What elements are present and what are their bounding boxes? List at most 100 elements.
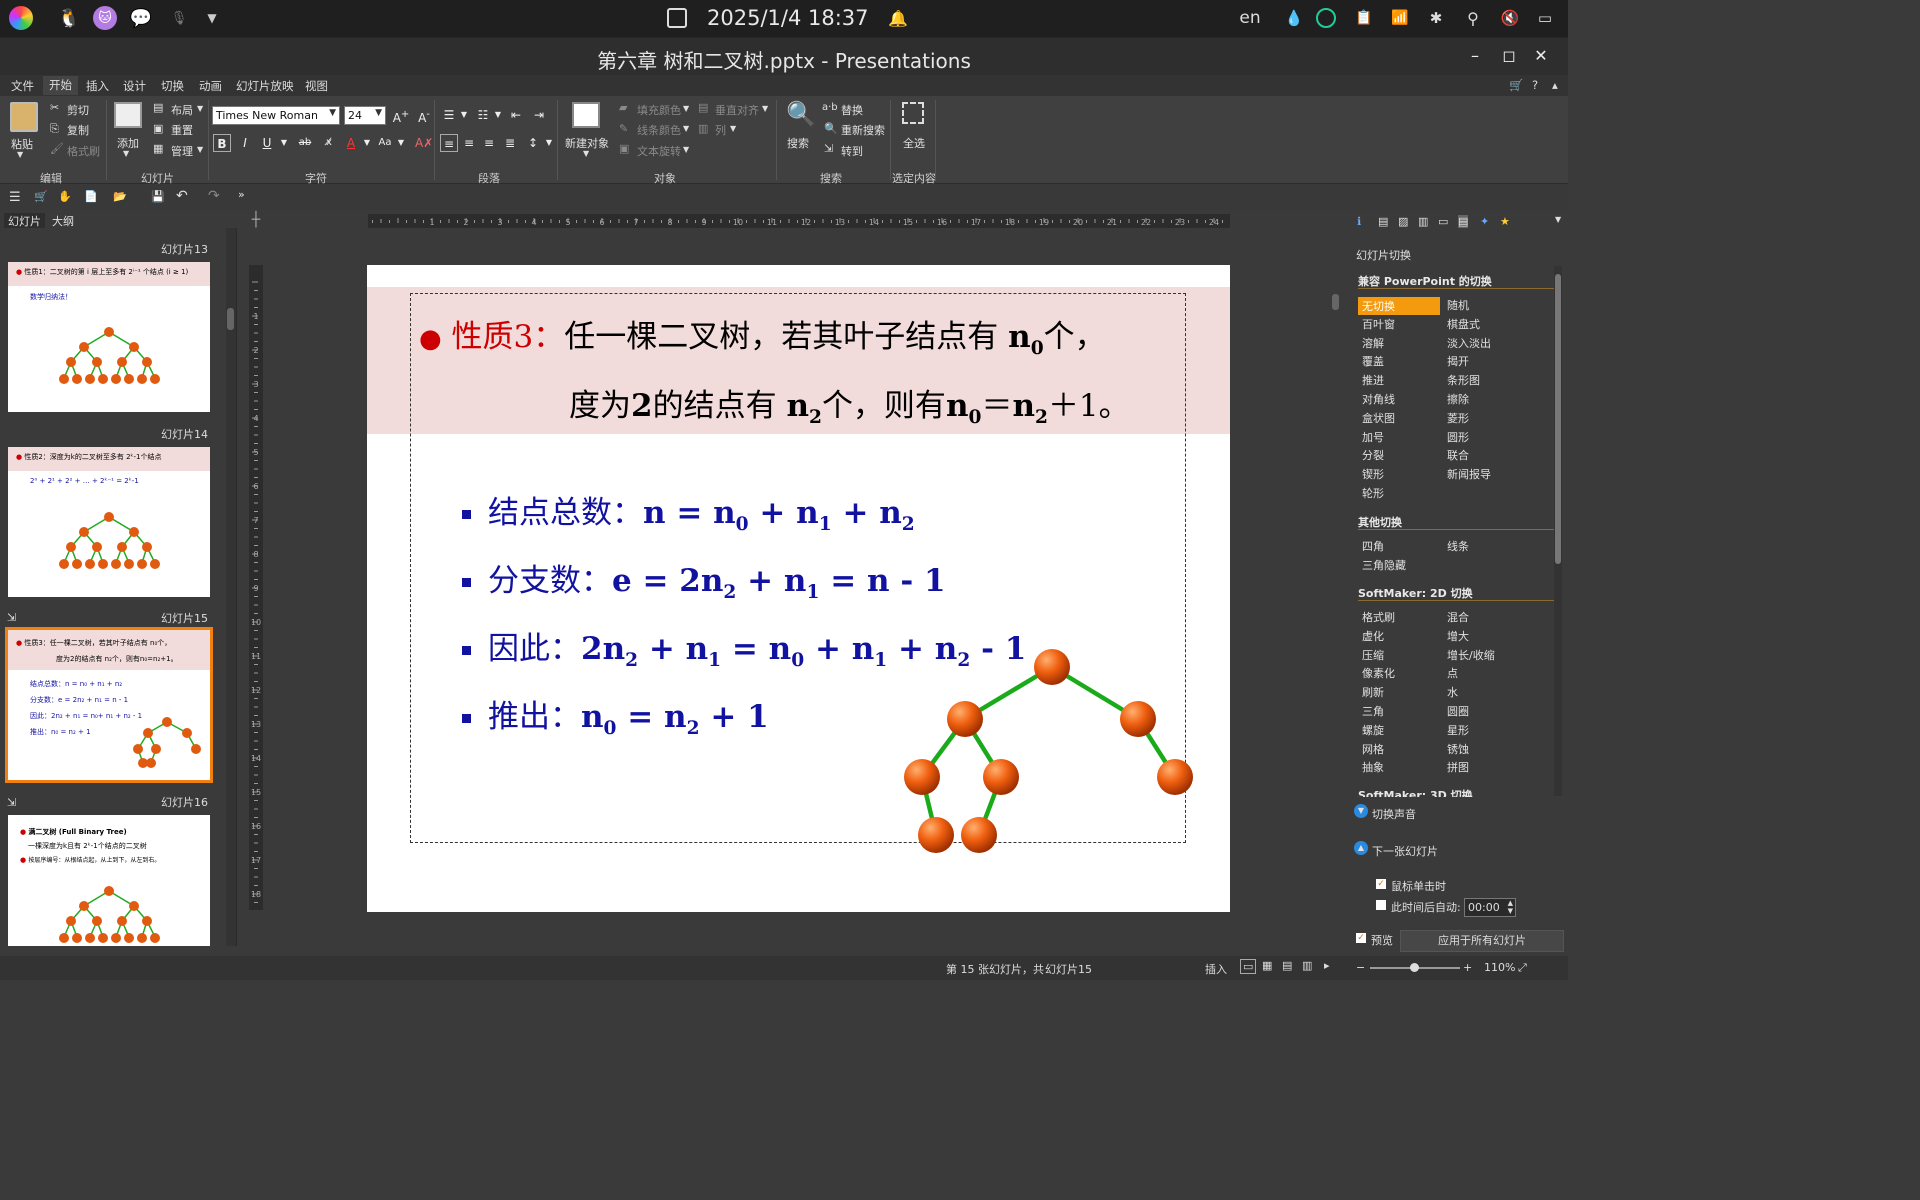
justify-icon[interactable]: ≣ [501, 134, 519, 152]
transition-option[interactable]: 锈蚀 [1447, 741, 1469, 757]
slide-thumbnail-15[interactable]: ● 性质3：任一棵二叉树，若其叶子结点有 n₀个， 度为2的结点有 n₂个，则有n… [5, 627, 213, 783]
transition-option[interactable]: 擦除 [1447, 391, 1469, 407]
bluetooth-icon[interactable]: ✱ [1424, 6, 1448, 30]
fit-window-icon[interactable]: ⤢ [1518, 961, 1527, 975]
zoom-slider[interactable] [1370, 963, 1460, 972]
maximize-button[interactable]: ◻ [1499, 46, 1519, 65]
scrollbar-thumb[interactable] [1555, 274, 1561, 564]
transition-option[interactable]: 圆形 [1447, 429, 1469, 445]
cart-icon[interactable]: 🛒 [1509, 78, 1523, 92]
auto-after-checkbox[interactable] [1376, 900, 1386, 910]
transition-list-scrollbar[interactable] [1554, 266, 1562, 796]
line-color-dropdown-icon[interactable]: ▼ [683, 124, 689, 133]
line-color-button[interactable]: 线条颜色 [637, 122, 681, 138]
menu-icon[interactable]: ☰ [9, 190, 21, 205]
transition-option[interactable]: 三角隐藏 [1362, 557, 1406, 573]
transition-option[interactable]: 三角 [1362, 703, 1384, 719]
thumbnail-scrollbar[interactable] [226, 228, 236, 946]
transition-option[interactable]: 圆圈 [1447, 703, 1469, 719]
manage-icon[interactable]: ▦ [153, 142, 163, 155]
more-icon[interactable]: » [238, 188, 245, 201]
status-ring-icon[interactable] [1316, 8, 1336, 28]
volume-muted-icon[interactable]: 🔇 [1498, 6, 1522, 30]
slide-sorter-icon[interactable]: ▦ [1262, 959, 1272, 972]
grow-font-icon[interactable]: A+ [392, 106, 410, 125]
columns-button[interactable]: 列 [715, 122, 726, 138]
transition-option[interactable]: 覆盖 [1362, 353, 1384, 369]
auto-time-input[interactable]: 00:00 ▲ ▼ [1464, 898, 1516, 917]
new-object-dropdown-icon[interactable]: ▼ [583, 149, 589, 158]
subscript-button[interactable]: x̸ [320, 134, 338, 152]
valign-icon[interactable]: ▤ [698, 101, 708, 114]
cat-app-icon[interactable]: 🐱 [93, 6, 117, 30]
transition-option[interactable]: 盒状图 [1362, 410, 1395, 426]
transition-option[interactable]: 溶解 [1362, 335, 1384, 351]
transition-option[interactable]: 揭开 [1447, 353, 1469, 369]
zoom-out-button[interactable]: − [1356, 961, 1365, 974]
text-rotate-icon[interactable]: ▣ [619, 142, 629, 155]
magnifier-icon[interactable]: 🔍 [786, 100, 816, 128]
clear-format-icon[interactable]: A✗ [415, 134, 433, 152]
launcher-icon[interactable] [9, 6, 33, 30]
transition-option[interactable]: 线条 [1447, 538, 1469, 554]
underline-dropdown-icon[interactable]: ▼ [275, 134, 293, 152]
menu-slideshow[interactable]: 幻灯片放映 [236, 78, 294, 94]
cut-button[interactable]: 剪切 [67, 102, 89, 118]
search-button[interactable]: 搜索 [787, 135, 809, 151]
clipboard-icon[interactable]: 📋 [1352, 6, 1376, 30]
align-center-icon[interactable]: ≡ [460, 134, 478, 152]
spin-icon[interactable]: ▲ ▼ [1508, 899, 1513, 915]
font-size-select[interactable]: 24 ▼ [344, 106, 386, 125]
master-view-icon[interactable]: ▥ [1302, 959, 1312, 972]
ruler-corner-icon[interactable]: ┼ [249, 213, 263, 228]
transition-option[interactable]: 抽象 [1362, 759, 1384, 775]
zoom-in-button[interactable]: + [1463, 961, 1472, 974]
slide-hscrollbar[interactable] [242, 946, 1330, 956]
strikethrough-button[interactable]: ab [296, 134, 314, 152]
copy-icon[interactable]: ⎘ [50, 122, 59, 136]
chevron-down-icon[interactable]: ▼ [200, 6, 224, 30]
transition-option[interactable]: 百叶窗 [1362, 316, 1395, 332]
case-dropdown-icon[interactable]: ▼ [392, 134, 410, 152]
open-folder-icon[interactable]: 📂 [113, 190, 127, 203]
transition-option[interactable]: 随机 [1447, 297, 1469, 313]
manage-dropdown-icon[interactable]: ▼ [197, 145, 203, 154]
tab-outline[interactable]: 大纲 [52, 213, 74, 229]
increase-indent-icon[interactable]: ⇥ [530, 106, 548, 124]
info-icon[interactable]: ℹ [1357, 215, 1361, 228]
text-rotate-dropdown-icon[interactable]: ▼ [683, 145, 689, 154]
scissors-icon[interactable]: ✂ [50, 101, 59, 114]
on-click-checkbox[interactable]: ✓ [1376, 879, 1386, 889]
scrollbar-thumb[interactable] [227, 308, 234, 330]
collapse-ribbon-icon[interactable]: ▴ [1552, 78, 1558, 92]
transition-option[interactable]: 无切换 [1358, 297, 1440, 315]
transition-option[interactable]: 联合 [1447, 447, 1469, 463]
research-button[interactable]: 重新搜索 [841, 122, 885, 138]
hand-icon[interactable]: ✋ [58, 190, 72, 203]
transition-option[interactable]: 虚化 [1362, 628, 1384, 644]
wechat-icon[interactable]: 💬 [129, 6, 153, 30]
manage-button[interactable]: 管理 [171, 143, 193, 159]
transition-option[interactable]: 网格 [1362, 741, 1384, 757]
transition-list[interactable]: 兼容 PowerPoint 的切换 无切换 随机 百叶窗 棋盘式 溶解 淡入淡出 覆盖 揭开推… [1348, 262, 1558, 797]
transition-sound-label[interactable]: 切换声音 [1372, 806, 1416, 822]
insert-mode[interactable]: 插入 [1205, 961, 1227, 977]
transition-option[interactable]: 刷新 [1362, 684, 1384, 700]
slide-thumbnail-13[interactable]: ● 性质1：二叉树的第 i 层上至多有 2ⁱ⁻¹ 个结点 (i ≥ 1) 数学归… [8, 262, 210, 412]
language-indicator[interactable]: en [1236, 6, 1264, 30]
fill-color-button[interactable]: 填充颜色 [637, 102, 681, 118]
line-color-icon[interactable]: ✎ [619, 122, 628, 135]
menu-design[interactable]: 设计 [123, 78, 146, 94]
replace-button[interactable]: 替换 [841, 102, 863, 118]
expand-next-icon[interactable]: ▲ [1354, 841, 1368, 855]
notes-view-icon[interactable]: ▤ [1282, 959, 1292, 972]
usb-icon[interactable]: ⚲ [1461, 6, 1485, 30]
slide-thumbnail-14[interactable]: ● 性质2：深度为k的二叉树至多有 2ᵏ-1个结点 2⁰ + 2¹ + 2² +… [8, 447, 210, 597]
shrink-font-icon[interactable]: A- [415, 106, 433, 125]
numbering-dropdown-icon[interactable]: ▼ [489, 106, 507, 124]
slide-scrollbar[interactable] [1330, 228, 1340, 946]
decrease-indent-icon[interactable]: ⇤ [507, 106, 525, 124]
panel-icon-4[interactable]: ▭ [1438, 215, 1448, 228]
fill-color-dropdown-icon[interactable]: ▼ [683, 104, 689, 113]
bell-icon[interactable]: 🔔 [886, 6, 910, 30]
